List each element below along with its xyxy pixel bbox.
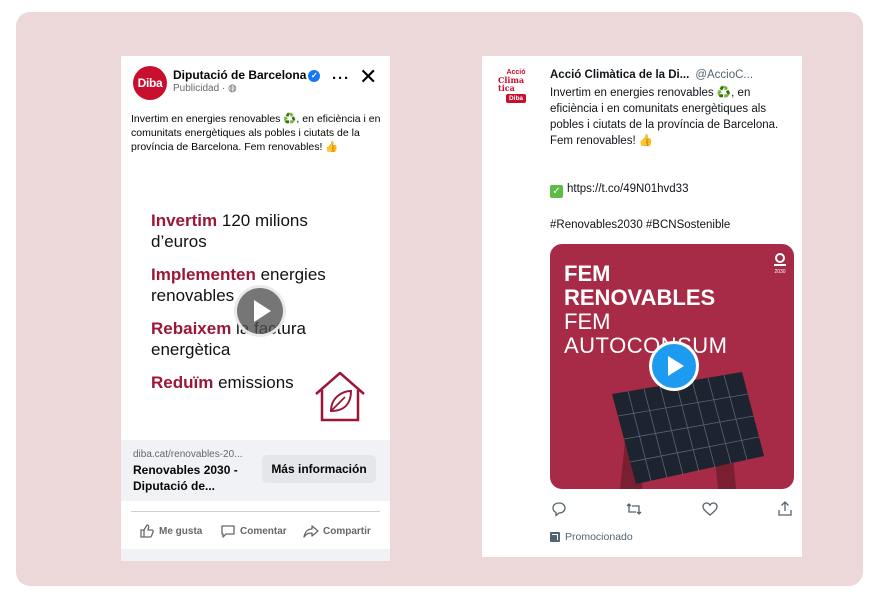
- divider: [131, 511, 380, 512]
- share-label: Compartir: [323, 525, 371, 537]
- video-play-button[interactable]: [649, 341, 699, 391]
- fb-page-name[interactable]: Diputació de Barcelona ✓: [173, 68, 321, 82]
- media-line-1: FEM: [564, 261, 611, 286]
- check-mark-icon: ✓: [550, 185, 563, 198]
- facebook-ad-card: Diba Diputació de Barcelona ✓ Publicidad …: [121, 56, 390, 561]
- avatar-text-middle: Clima tica: [498, 75, 525, 93]
- creative-line-1-bold: Invertim: [151, 211, 218, 230]
- fb-page-avatar[interactable]: Diba: [133, 66, 167, 100]
- play-icon: [668, 356, 684, 376]
- retweet-icon[interactable]: [625, 500, 643, 518]
- like-label: Me gusta: [159, 525, 203, 537]
- tw-account-avatar[interactable]: Acció Clima tica Diba: [498, 68, 534, 104]
- fb-post-text: Invertim en energies renovables ♻️, en e…: [131, 113, 381, 153]
- tw-account-name[interactable]: Acció Climàtica de la Di...: [550, 69, 689, 81]
- more-options-icon[interactable]: ···: [332, 70, 350, 87]
- comment-label: Comentar: [240, 525, 287, 537]
- share-icon: [303, 525, 319, 538]
- more-info-button[interactable]: Más información: [262, 455, 376, 483]
- fb-post-header: Diba Diputació de Barcelona ✓ Publicidad …: [121, 56, 390, 104]
- comment-icon: [221, 525, 235, 538]
- play-icon: [254, 300, 271, 322]
- creative-line-4-bold: Reduïm: [151, 373, 214, 392]
- creative-line-4-rest: emissions: [213, 373, 294, 392]
- media-line-2: RENOVABLES: [564, 285, 716, 310]
- fb-sponsored-label: Publicidad · ◍: [173, 83, 237, 94]
- tw-video-media[interactable]: FEM RENOVABLES FEM AUTOCONSUM 2030: [550, 244, 794, 489]
- logo-label: 2030: [774, 269, 785, 274]
- like-button[interactable]: Me gusta: [139, 519, 202, 543]
- fb-action-bar: Me gusta Comentar Compartir: [121, 519, 390, 543]
- media-line-3: FEM: [564, 309, 611, 334]
- creative-line-2-bold: Implementen: [151, 265, 256, 284]
- avatar-badge: Diba: [505, 94, 527, 103]
- creative-line-1-rest: 120 milions: [217, 211, 308, 230]
- share-button[interactable]: Compartir: [303, 519, 371, 543]
- link-title[interactable]: Renovables 2030 - Diputació de...: [133, 462, 253, 494]
- tw-link[interactable]: https://t.co/49N01hvd33: [567, 183, 688, 195]
- creative-line-2b: renovables: [151, 286, 235, 305]
- reply-icon[interactable]: [550, 500, 568, 518]
- tw-action-bar: [550, 500, 794, 520]
- tw-handle[interactable]: @AccioC...: [695, 69, 753, 81]
- diba-logo-icon: 2030: [774, 253, 786, 274]
- promoted-label: Promocionado: [550, 531, 633, 543]
- media-line-4: AUTOCONSUM: [564, 333, 728, 358]
- creative-line-4: Reduïm emissions: [151, 372, 294, 393]
- fb-video-creative[interactable]: Invertim 120 milions d’euros Implementen…: [121, 196, 390, 454]
- share-icon[interactable]: [776, 500, 794, 518]
- verified-badge-icon: ✓: [308, 70, 321, 82]
- thumbs-up-icon: [140, 524, 154, 538]
- tw-tweet-text: Invertim en energies renovables ♻️, en e…: [550, 87, 779, 147]
- sponsored-text: Publicidad ·: [173, 83, 229, 94]
- link-domain: diba.cat/renovables-20...: [133, 449, 243, 460]
- promoted-text: Promocionado: [565, 531, 633, 543]
- tw-link-line: ✓ https://t.co/49N01hvd33: [550, 183, 688, 198]
- promoted-icon: [550, 532, 560, 542]
- comment-button[interactable]: Comentar: [220, 519, 287, 543]
- fb-bottom-strip: [121, 549, 390, 561]
- creative-line-3b: energètica: [151, 340, 231, 359]
- fb-page-name-text[interactable]: Diputació de Barcelona: [173, 68, 306, 82]
- video-play-button[interactable]: [234, 285, 286, 337]
- twitter-ad-card: Acció Clima tica Diba Acció Climàtica de…: [482, 56, 802, 557]
- house-leaf-icon: [315, 371, 365, 422]
- avatar-text: Diba: [137, 76, 163, 90]
- creative-line-2: Implementen energies: [151, 264, 326, 285]
- creative-line-1b: d’euros: [151, 232, 207, 251]
- creative-line-2-rest: energies: [255, 265, 326, 284]
- close-icon[interactable]: ✕: [359, 66, 377, 88]
- globe-icon: ◍: [228, 83, 237, 94]
- tw-tweet-header: Acció Climàtica de la Di... @AccioC...: [550, 69, 753, 81]
- fb-link-preview[interactable]: diba.cat/renovables-20... Renovables 203…: [121, 440, 390, 501]
- like-icon[interactable]: [701, 500, 719, 518]
- creative-line-1: Invertim 120 milions: [151, 210, 308, 231]
- creative-line-3-bold: Rebaixem: [151, 319, 232, 338]
- tw-hashtags[interactable]: #Renovables2030 #BCNSostenible: [550, 219, 730, 231]
